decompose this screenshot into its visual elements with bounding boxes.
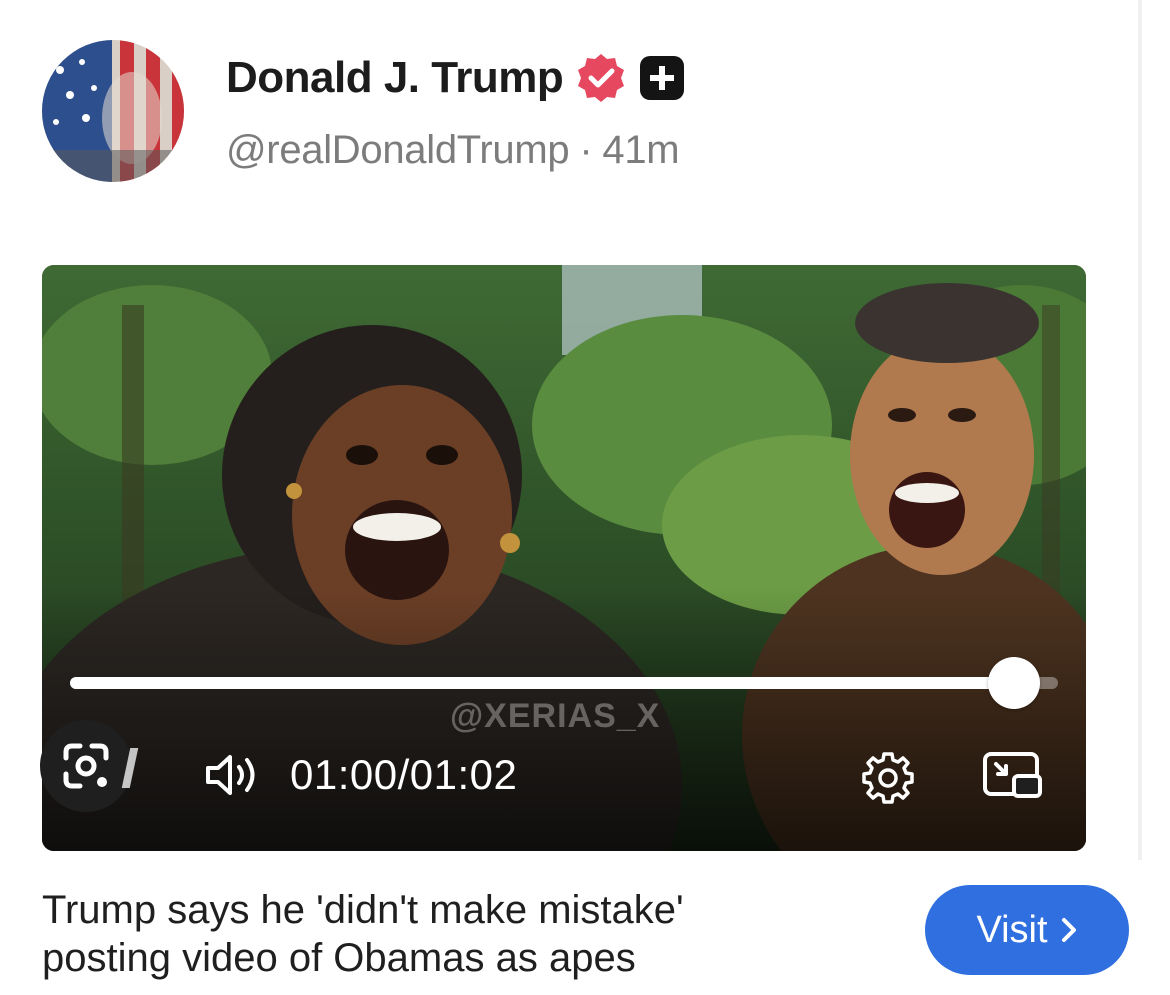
lens-search-button[interactable] bbox=[40, 720, 132, 812]
divider bbox=[1138, 0, 1142, 860]
video-frame bbox=[42, 265, 1086, 851]
search-result-card: Donald J. Trump @realDonaldTrump · 41m @… bbox=[0, 0, 1170, 995]
author-row: Donald J. Trump bbox=[226, 50, 685, 106]
duration: 01:02 bbox=[409, 751, 518, 798]
progress-scrubber-handle[interactable] bbox=[987, 657, 1040, 709]
verified-badge-icon bbox=[575, 52, 627, 104]
visit-button-label: Visit bbox=[976, 908, 1048, 951]
post-time: 41m bbox=[602, 128, 680, 172]
visit-button[interactable]: Visit bbox=[925, 885, 1129, 975]
volume-icon[interactable] bbox=[202, 750, 264, 800]
picture-in-picture-icon[interactable] bbox=[982, 750, 1044, 802]
author-name[interactable]: Donald J. Trump bbox=[226, 53, 564, 103]
avatar-image bbox=[42, 40, 184, 182]
current-time: 01:00 bbox=[290, 751, 398, 798]
author-handle[interactable]: @realDonaldTrump bbox=[226, 128, 570, 173]
video-watermark: @XERIAS_X bbox=[450, 697, 661, 735]
progress-fill bbox=[70, 677, 1014, 689]
video-player[interactable]: @XERIAS_X 01:00/01:02 bbox=[42, 265, 1086, 851]
progress-bar[interactable] bbox=[70, 657, 1058, 709]
time-display: 01:00/01:02 bbox=[290, 751, 517, 799]
playback-controls: 01:00/01:02 bbox=[202, 745, 517, 805]
time-separator: / bbox=[397, 751, 410, 798]
result-title[interactable]: Trump says he 'didn't make mistake' post… bbox=[42, 886, 822, 982]
result-title-line-1: Trump says he 'didn't make mistake' bbox=[42, 888, 684, 932]
separator-dot: · bbox=[579, 128, 593, 172]
avatar[interactable] bbox=[42, 40, 184, 182]
result-title-line-2: posting video of Obamas as apes bbox=[42, 936, 636, 980]
chevron-right-icon bbox=[1060, 916, 1078, 944]
gear-icon[interactable] bbox=[860, 750, 916, 806]
handle-row: @realDonaldTrump · 41m bbox=[226, 128, 680, 173]
plus-square-icon[interactable] bbox=[639, 55, 685, 101]
lens-search-icon bbox=[60, 740, 112, 792]
